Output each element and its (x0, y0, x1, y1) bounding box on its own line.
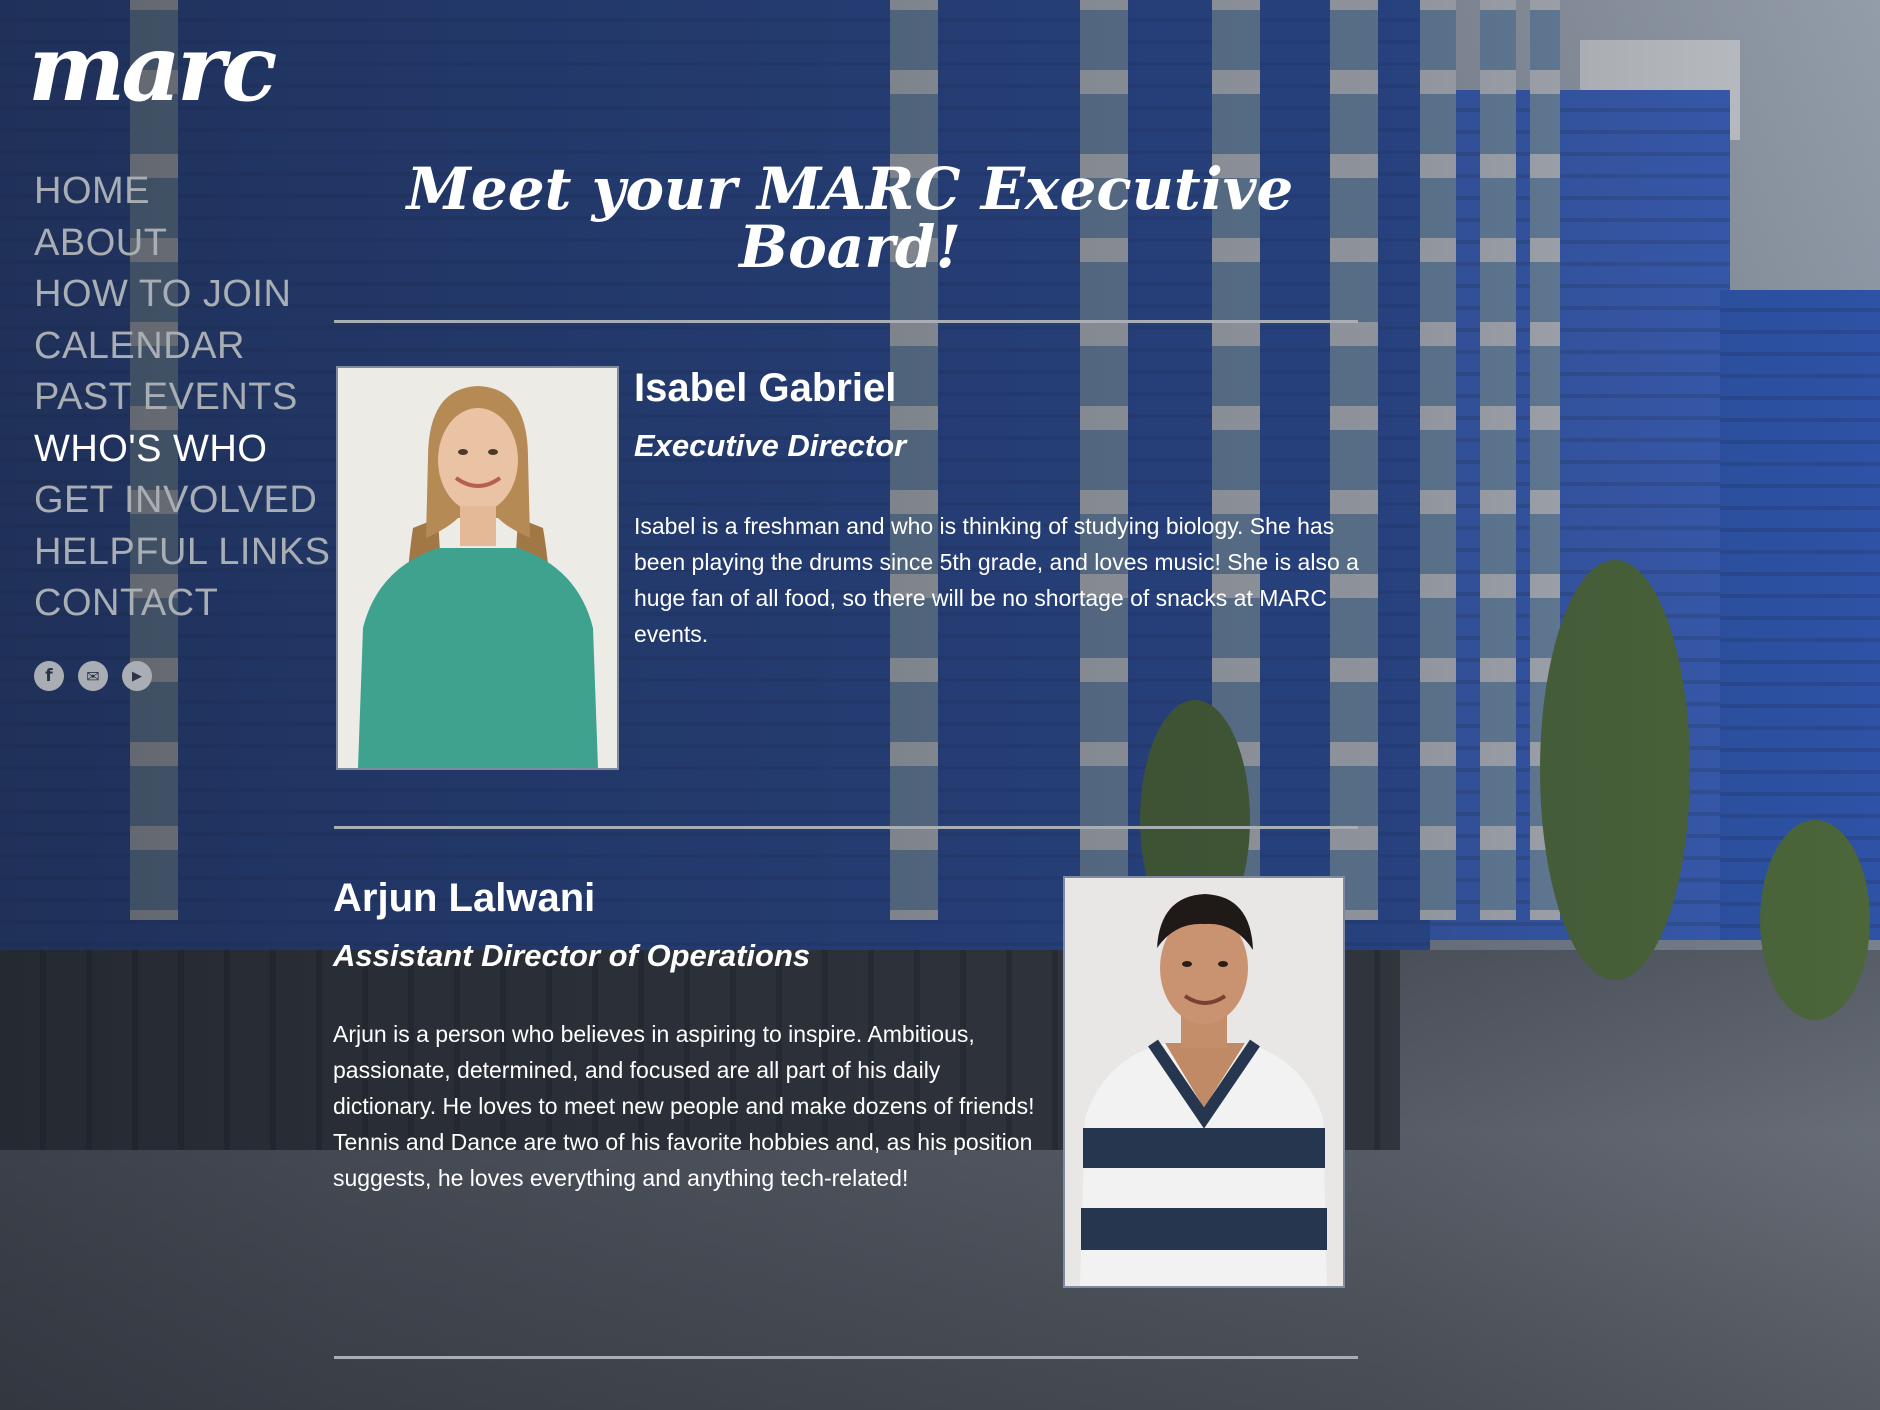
member-name: Isabel Gabriel (634, 366, 897, 410)
marc-logo[interactable]: marc (28, 22, 277, 114)
page-title: Meet your MARC Executive Board! (406, 155, 1294, 281)
member-bio: Arjun is a person who believes in aspiri… (333, 1021, 1035, 1191)
divider (334, 320, 1358, 323)
nav-item-about[interactable]: ABOUT (34, 218, 331, 270)
social-links: f ✉ ▶ (34, 661, 152, 691)
nav-item-get-involved[interactable]: GET INVOLVED (34, 475, 331, 527)
main-nav: HOME ABOUT HOW TO JOIN CALENDAR PAST EVE… (34, 166, 331, 630)
facebook-icon[interactable]: f (34, 661, 64, 691)
nav-item-helpful-links[interactable]: HELPFUL LINKS (34, 527, 331, 579)
member-role: Executive Director (634, 428, 907, 463)
nav-item-past-events[interactable]: PAST EVENTS (34, 372, 331, 424)
email-icon[interactable]: ✉ (78, 661, 108, 691)
nav-item-how-to-join[interactable]: HOW TO JOIN (34, 269, 331, 321)
member-name: Arjun Lalwani (333, 876, 596, 920)
member-photo-arjun (1063, 876, 1345, 1288)
nav-item-home[interactable]: HOME (34, 166, 331, 218)
youtube-icon[interactable]: ▶ (122, 661, 152, 691)
member-photo-isabel (336, 366, 619, 770)
nav-item-contact[interactable]: CONTACT (34, 578, 331, 630)
divider (334, 826, 1358, 829)
nav-item-whos-who[interactable]: WHO'S WHO (34, 424, 331, 476)
divider (334, 1356, 1358, 1359)
member-bio: Isabel is a freshman and who is thinking… (634, 513, 1359, 647)
member-role: Assistant Director of Operations (333, 938, 811, 973)
nav-item-calendar[interactable]: CALENDAR (34, 321, 331, 373)
